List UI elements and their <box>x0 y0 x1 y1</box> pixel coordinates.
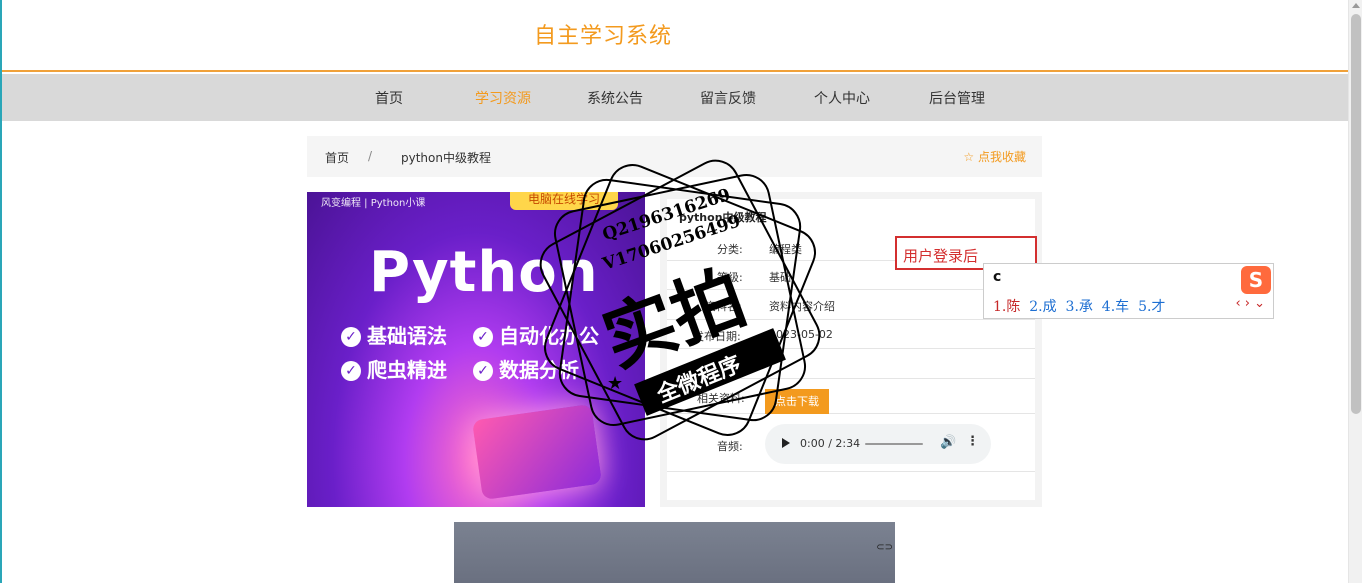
detail-value: 基础 <box>769 271 791 284</box>
nav-item-home[interactable]: 首页 <box>375 88 403 108</box>
breadcrumb: 首页 / python中级教程 ☆ 点我收藏 <box>307 136 1042 177</box>
link-icon: ⊂⊃ <box>876 542 893 553</box>
detail-value: 2023-05-02 <box>769 328 833 341</box>
check-icon: ✓ <box>341 361 361 381</box>
volume-icon[interactable]: 🔊 <box>940 435 956 450</box>
detail-value: 资料内容介绍 <box>769 300 835 313</box>
check-icon: ✓ <box>341 327 361 347</box>
scroll-up-arrow-icon[interactable] <box>1352 3 1360 8</box>
more-options-icon[interactable]: ⋮ <box>966 434 979 449</box>
detail-row-resource: 相关资料: <box>667 379 1035 414</box>
ime-logo-icon: S <box>1241 266 1271 294</box>
nav-item-announcements[interactable]: 系统公告 <box>587 88 643 108</box>
detail-value: 编程类 <box>769 243 802 256</box>
breadcrumb-current: python中级教程 <box>401 151 491 165</box>
site-header: 自主学习系统 <box>2 0 1348 72</box>
detail-label: 相关资料: <box>697 392 745 405</box>
course-cover-image: 风变编程 | Python小课 电脑在线学习 Python ✓ 基础语法 ✓ 自动化… <box>307 192 645 507</box>
detail-label: 音频: <box>717 440 743 453</box>
download-button[interactable]: 点击下载 <box>765 389 829 414</box>
nav-item-admin[interactable]: 后台管理 <box>929 88 985 108</box>
play-icon[interactable] <box>782 438 790 448</box>
nav-item-profile[interactable]: 个人中心 <box>814 88 870 108</box>
scrollbar-thumb[interactable] <box>1351 14 1361 414</box>
audio-time: 0:00 / 2:34 <box>800 437 861 450</box>
gift-box-illustration <box>472 404 602 500</box>
detail-row-date: 发布日期: 2023-05-02 <box>667 320 1035 349</box>
ime-candidate[interactable]: 1.陈 <box>993 299 1020 315</box>
cover-tag: 电脑在线学习 <box>510 192 618 210</box>
detail-label: 资料名: <box>705 300 742 313</box>
check-icon: ✓ <box>473 327 493 347</box>
nav-item-resources[interactable]: 学习资源 <box>475 88 531 108</box>
cover-feature: ✓ 基础语法 <box>341 320 447 349</box>
breadcrumb-home-link[interactable]: 首页 <box>325 149 349 166</box>
detail-row-empty <box>667 349 1035 379</box>
detail-label: 发布日期: <box>693 330 741 343</box>
detail-row-name: 资料名: 资料内容介绍 <box>667 290 1035 320</box>
ime-candidate-window[interactable]: c S 1.陈 2.成 3.承 4.车 5.才 ‹ › ⌄ <box>983 263 1274 319</box>
favorite-button[interactable]: ☆ 点我收藏 <box>963 148 1026 165</box>
page-scrollbar[interactable] <box>1348 0 1362 583</box>
cover-brand-text: 风变编程 | Python小课 <box>321 198 426 209</box>
main-nav: 首页 学习资源 系统公告 留言反馈 个人中心 后台管理 <box>2 74 1348 121</box>
detail-label: 等级: <box>717 271 743 284</box>
cover-feature: ✓ 自动化办公 <box>473 320 599 349</box>
text-input-value: 用户登录后 <box>903 247 979 265</box>
cover-feature: ✓ 爬虫精进 <box>341 354 447 383</box>
resource-title: python中级教程 <box>679 211 767 224</box>
breadcrumb-separator: / <box>368 149 373 163</box>
detail-label: 分类: <box>717 243 743 256</box>
ime-composition: c <box>993 269 1002 285</box>
ime-candidate[interactable]: 2.成 <box>1029 299 1056 315</box>
ime-page-arrows-icon[interactable]: ‹ › ⌄ <box>1235 296 1265 311</box>
cover-headline: Python <box>369 240 599 305</box>
ime-candidate[interactable]: 5.才 <box>1138 299 1165 315</box>
audio-player[interactable]: 0:00 / 2:34 🔊 ⋮ <box>765 424 991 464</box>
ime-candidates: 1.陈 2.成 3.承 4.车 5.才 <box>993 296 1165 316</box>
ime-candidate[interactable]: 4.车 <box>1102 299 1129 315</box>
check-icon: ✓ <box>473 361 493 381</box>
ime-candidate[interactable]: 3.承 <box>1066 299 1093 315</box>
nav-item-feedback[interactable]: 留言反馈 <box>700 88 756 108</box>
video-preview[interactable]: ⊂⊃ <box>454 522 895 583</box>
audio-progress-slider[interactable] <box>865 443 923 445</box>
cover-feature: ✓ 数据分析 <box>473 354 579 383</box>
site-title[interactable]: 自主学习系统 <box>534 18 672 50</box>
